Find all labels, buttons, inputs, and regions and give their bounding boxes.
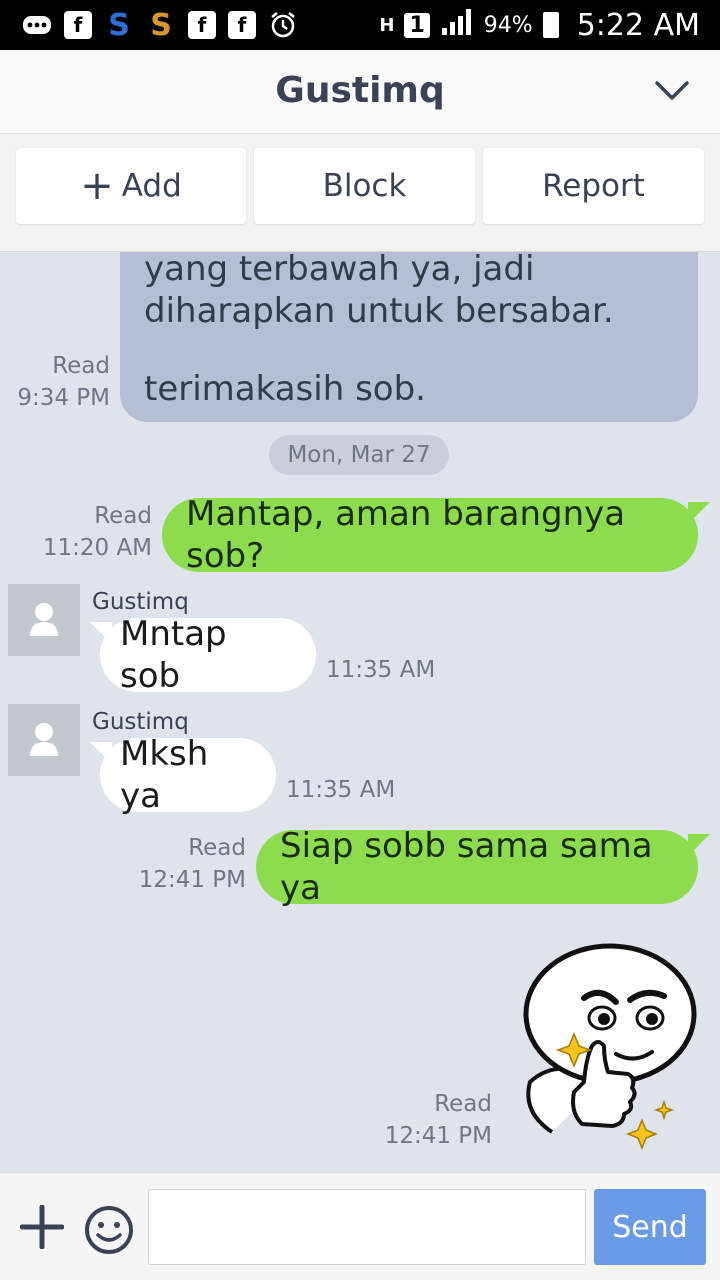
message-bubble-outgoing[interactable]: Mantap, aman barangnya sob? bbox=[162, 494, 698, 576]
thumbs-up-sticker[interactable] bbox=[512, 942, 702, 1172]
add-button[interactable]: + Add bbox=[16, 148, 246, 224]
status-right: H 1 94% 5:22 AM bbox=[379, 0, 700, 50]
message-input[interactable] bbox=[148, 1189, 586, 1265]
avatar[interactable] bbox=[8, 584, 80, 656]
alarm-icon bbox=[268, 10, 298, 40]
message-text: terimakasih sob. bbox=[144, 369, 426, 409]
message-text: diharapkan untuk bersabar. bbox=[144, 291, 614, 331]
message-text: Mksh ya bbox=[120, 733, 209, 817]
message-time: 12:41 PM bbox=[138, 867, 246, 893]
message-time: 11:35 AM bbox=[286, 777, 396, 803]
bubble-tail bbox=[688, 502, 710, 524]
add-label: Add bbox=[121, 168, 182, 204]
message-meta: Read 9:34 PM bbox=[10, 350, 110, 414]
plus-icon: + bbox=[80, 163, 114, 209]
data-icon: H bbox=[379, 14, 395, 36]
read-receipt: Read bbox=[188, 835, 246, 861]
message-meta: Read 12:41 PM bbox=[110, 832, 246, 896]
message-text: Siap sobb sama sama ya bbox=[280, 825, 653, 909]
plus-icon[interactable] bbox=[19, 1204, 65, 1250]
input-bar: Send bbox=[0, 1172, 720, 1280]
message-text: yang terbawah ya, jadi bbox=[144, 252, 535, 289]
message-text: Mntap sob bbox=[120, 613, 227, 697]
read-receipt: Read bbox=[434, 1091, 492, 1117]
report-label: Report bbox=[542, 168, 645, 204]
clock: 5:22 AM bbox=[576, 7, 700, 43]
message-bubble-incoming[interactable]: Mksh ya bbox=[100, 734, 276, 816]
facebook-icon: f bbox=[188, 11, 216, 39]
page-title: Gustimq bbox=[275, 70, 445, 111]
chevron-down-icon[interactable] bbox=[654, 72, 690, 108]
action-bar: + Add Block Report bbox=[0, 134, 720, 252]
report-button[interactable]: Report bbox=[483, 148, 704, 224]
message-time: 11:35 AM bbox=[326, 657, 436, 683]
status-bar: f S S f f H 1 94% 5:22 AM bbox=[0, 0, 720, 50]
date-separator: Mon, Mar 27 bbox=[269, 435, 449, 475]
battery-text: 94% bbox=[483, 12, 533, 38]
message-time: 9:34 PM bbox=[17, 385, 110, 411]
read-receipt: Read bbox=[52, 353, 110, 379]
signal-icon bbox=[440, 8, 474, 42]
send-button[interactable]: Send bbox=[594, 1189, 706, 1265]
sender-name: Gustimq bbox=[92, 589, 189, 615]
read-receipt: Read bbox=[94, 503, 152, 529]
facebook-icon: f bbox=[64, 11, 92, 39]
message-meta: Read 12:41 PM bbox=[360, 1088, 492, 1152]
avatar[interactable] bbox=[8, 704, 80, 776]
message-bubble-outgoing[interactable]: yang terbawah ya, jadi diharapkan untuk … bbox=[120, 252, 698, 422]
message-time: 11:20 AM bbox=[42, 535, 152, 561]
message-meta: Read 11:20 AM bbox=[20, 500, 152, 564]
message-time: 12:41 PM bbox=[384, 1123, 492, 1149]
block-label: Block bbox=[322, 168, 407, 204]
message-bubble-outgoing[interactable]: Siap sobb sama sama ya bbox=[256, 826, 698, 908]
emoji-icon[interactable] bbox=[84, 1205, 134, 1255]
block-button[interactable]: Block bbox=[254, 148, 475, 224]
more-icon bbox=[22, 10, 52, 40]
message-text: Mantap, aman barangnya sob? bbox=[186, 493, 626, 577]
message-bubble-incoming[interactable]: Mntap sob bbox=[100, 614, 316, 696]
sender-name: Gustimq bbox=[92, 709, 189, 735]
chat-header: Gustimq bbox=[0, 50, 720, 134]
chat-area[interactable]: yang terbawah ya, jadi diharapkan untuk … bbox=[0, 252, 720, 1172]
facebook-icon: f bbox=[228, 11, 256, 39]
battery-icon bbox=[542, 12, 559, 38]
sim-icon: 1 bbox=[404, 12, 430, 38]
s-app-icon: S bbox=[150, 7, 172, 43]
notification-icons: f S S f f bbox=[22, 6, 298, 44]
bubble-tail bbox=[688, 834, 710, 856]
s-app-icon: S bbox=[108, 7, 130, 43]
